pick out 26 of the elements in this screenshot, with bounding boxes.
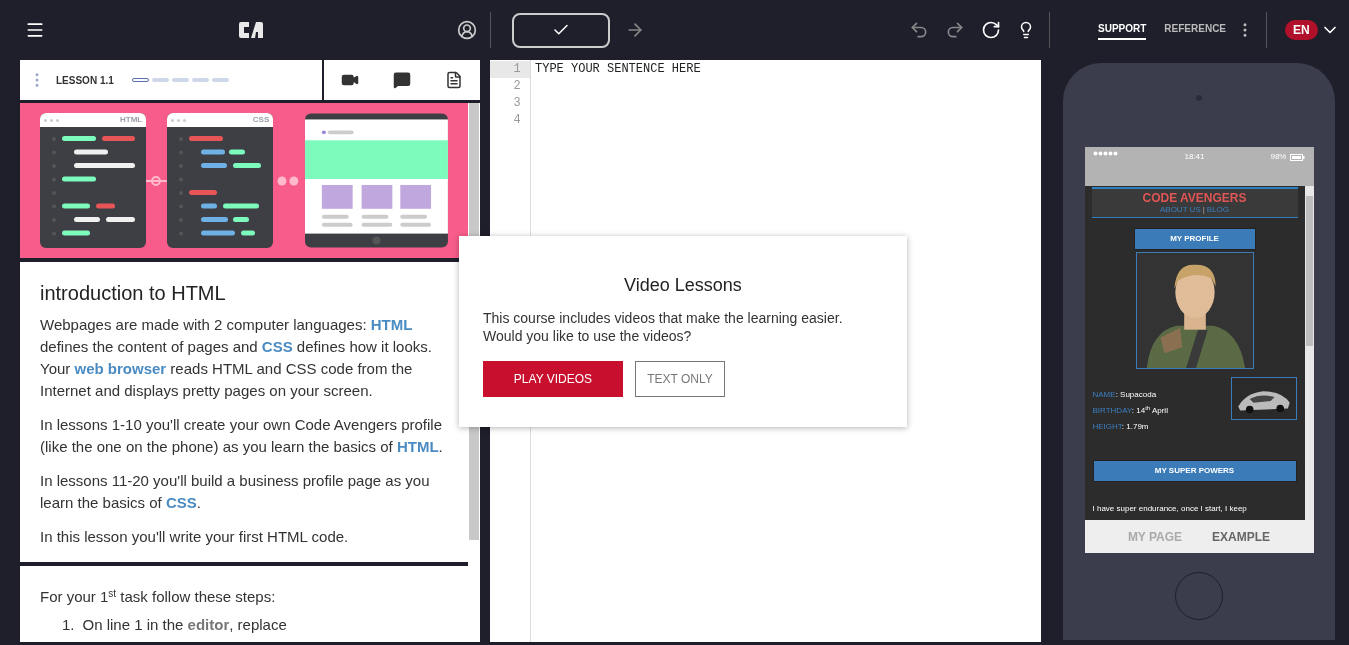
task-intro: For your 1$^{st}$ task follow these steps: [40, 587, 277, 607]
line-number: 4 [512, 112, 522, 129]
battery-percent: 98% [1270, 151, 1287, 163]
lesson-title: introduction to HTML [40, 282, 227, 304]
profile-fact: NAME: Supacoda [1092, 389, 1158, 401]
lesson-label: LESSON 1.1 [56, 73, 114, 88]
lesson-paragraph: In lessons 1-10 you'll create your own Code Avengers profile (like the one on the phone) as you learn the basics of HTML. [40, 415, 444, 457]
nav-separator: | [1202, 205, 1205, 215]
site-title: CODE AVENGERS [1142, 191, 1247, 205]
line-number: 3 [512, 95, 522, 112]
window-label: CSS [252, 116, 270, 124]
bio-text: I have super endurance, once I start, I keep [1092, 503, 1248, 515]
step-number: 1. [62, 615, 75, 635]
lesson-paragraph: In this lesson you'll write your first HTML code. [40, 527, 350, 547]
lesson-paragraph: In lessons 11-20 you'll build a business profile page as you learn the basics of CSS. [40, 471, 431, 513]
dialog-text: This course includes videos that make the learning easier. Would you like to use the videos? [483, 309, 844, 345]
window-label: HTML [120, 116, 143, 124]
profile-fact: BIRTHDAY: 14$^{th}$ April [1092, 405, 1169, 417]
status-time: 18:41 [1184, 151, 1205, 163]
line-number: 2 [512, 78, 522, 95]
profile-fact: HEIGHT: 1.79m [1092, 421, 1150, 433]
dialog-title: Video Lessons [623, 274, 743, 297]
line-number: 1 [490, 61, 530, 78]
step-text: On line 1 in the editor, replace [82, 615, 287, 635]
lesson-paragraph: Webpages are made with 2 computer languages: HTML defines the content of pages and CSS defines how it looks. Your web browser reads HTML and CSS code from the Internet and displays pretty pages on your screen. [40, 315, 433, 401]
code-line: TYPE YOUR SENTENCE HERE [535, 61, 701, 78]
